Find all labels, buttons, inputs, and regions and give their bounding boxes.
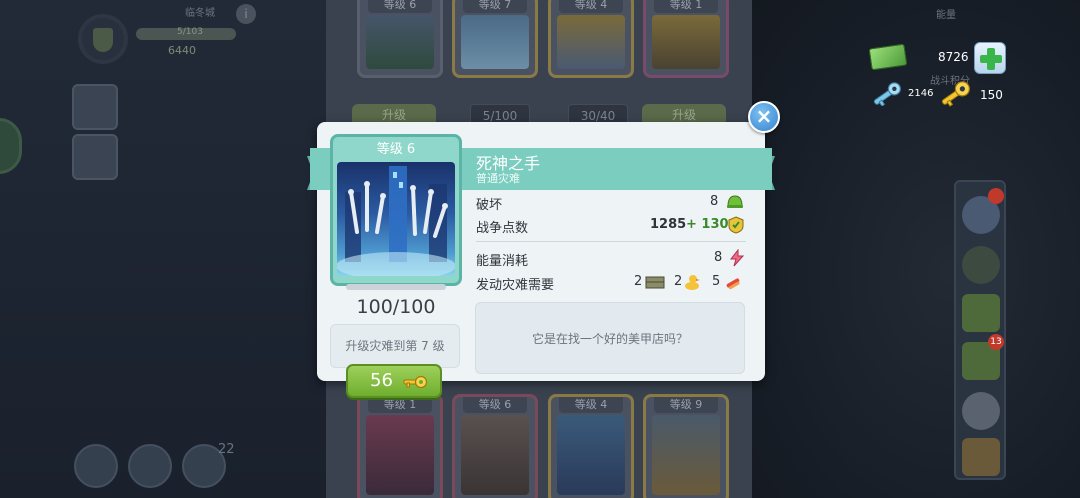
stat-war-points: 战争点数 1285 + 130: [476, 215, 746, 237]
energy-menu-button[interactable]: [962, 294, 1000, 332]
disaster-card-large: 等级 6: [330, 134, 462, 286]
shop-bag-button[interactable]: [72, 134, 118, 180]
stat-energy: 能量消耗 8: [476, 248, 746, 270]
stat-label: 发动灾难需要: [476, 278, 555, 293]
shield-icon: [93, 28, 113, 52]
card-level: 等级 4: [559, 0, 623, 13]
card-art: [366, 415, 434, 495]
close-button[interactable]: ×: [748, 101, 780, 133]
gold-key-icon: [941, 81, 970, 107]
upgrade-info: 升级灾难到第 7 级: [330, 324, 460, 368]
notification-badge: [988, 188, 1004, 204]
disaster-card[interactable]: 等级 7: [452, 0, 538, 78]
tools-button[interactable]: [72, 84, 118, 130]
blue-keys-value: 2146: [908, 88, 934, 99]
stat-launch-requirements: 发动灾难需要 2 2 5: [476, 272, 746, 294]
card-art: [557, 15, 625, 69]
add-currency-button[interactable]: [974, 42, 1006, 74]
disaster-card[interactable]: 等级 9: [643, 394, 729, 498]
crate-icon: [645, 276, 665, 289]
card-art: [461, 415, 529, 495]
info-icon[interactable]: i: [236, 4, 256, 24]
card-art: [652, 415, 720, 495]
player-score: 6440: [168, 44, 196, 57]
energy-label: 能量: [936, 10, 956, 21]
helmet-icon: [727, 195, 743, 208]
card-level: 等级 4: [559, 397, 623, 413]
background-left-panel: [0, 0, 326, 498]
favorites-count: 22: [218, 442, 235, 457]
firework-icon: [726, 278, 740, 290]
card-level: 等级 1: [368, 397, 432, 413]
upgrade-cost-button[interactable]: 56: [346, 364, 442, 398]
home-button[interactable]: [74, 444, 118, 488]
gold-key-icon: [403, 375, 428, 389]
stat-value: 2: [634, 274, 643, 289]
war-points-badge-icon: [728, 216, 744, 234]
disaster-card[interactable]: 等级 4: [548, 394, 634, 498]
card-base: [346, 284, 446, 290]
stat-destroy: 破坏 8: [476, 192, 746, 214]
card-level: 等级 9: [654, 397, 718, 413]
player-name: 临冬城: [185, 8, 215, 19]
blue-key-icon: [873, 82, 901, 106]
player-avatar[interactable]: [78, 14, 128, 64]
stat-value: 2: [674, 274, 683, 289]
stat-value: 5: [712, 274, 721, 289]
stat-label: 战争点数: [476, 221, 529, 236]
duck-icon: [685, 275, 700, 290]
world-menu-button[interactable]: [962, 246, 1000, 284]
card-art: [366, 15, 434, 69]
disaster-card[interactable]: 等级 1: [643, 0, 729, 78]
stat-label: 破坏: [476, 198, 503, 213]
upgrade-cost-value: 56: [370, 370, 393, 391]
stat-value: 8: [710, 194, 719, 209]
lightning-icon: [729, 249, 745, 267]
player-progress-text: 5/103: [177, 27, 203, 37]
stat-label: 能量消耗: [476, 254, 529, 269]
stat-value: 1285: [650, 217, 687, 232]
card-art: [652, 15, 720, 69]
disaster-description: 它是在找一个好的美甲店吗？: [475, 302, 745, 374]
disaster-card[interactable]: 等级 1: [357, 394, 443, 498]
card-level: 等级 6: [463, 397, 527, 413]
cash-value: 8726: [938, 50, 969, 64]
background-right-panel: [752, 0, 1080, 498]
stat-value: 8: [714, 250, 723, 265]
stat-bonus: + 130: [686, 217, 729, 232]
card-art: [461, 15, 529, 69]
card-level: 等级 6: [376, 142, 416, 157]
gold-keys-value: 150: [980, 88, 1003, 102]
right-menu-rail: 13: [954, 180, 1006, 480]
notification-badge: 13: [988, 334, 1004, 350]
skeleton-hand-art: [337, 166, 455, 276]
stats-divider: [476, 241, 746, 242]
disaster-type: 普通灾难: [476, 172, 520, 185]
card-level: 等级 1: [654, 0, 718, 13]
chat-button[interactable]: [128, 444, 172, 488]
book-menu-button[interactable]: [962, 438, 1000, 476]
disaster-card[interactable]: 等级 6: [357, 0, 443, 78]
card-art: [557, 415, 625, 495]
card-progress: 100/100: [356, 296, 436, 318]
disaster-card[interactable]: 等级 6: [452, 394, 538, 498]
trophy-menu-button[interactable]: [962, 392, 1000, 430]
disaster-card[interactable]: 等级 4: [548, 0, 634, 78]
card-art: [337, 162, 455, 276]
card-level: 等级 6: [368, 0, 432, 13]
card-level: 等级 7: [463, 0, 527, 13]
